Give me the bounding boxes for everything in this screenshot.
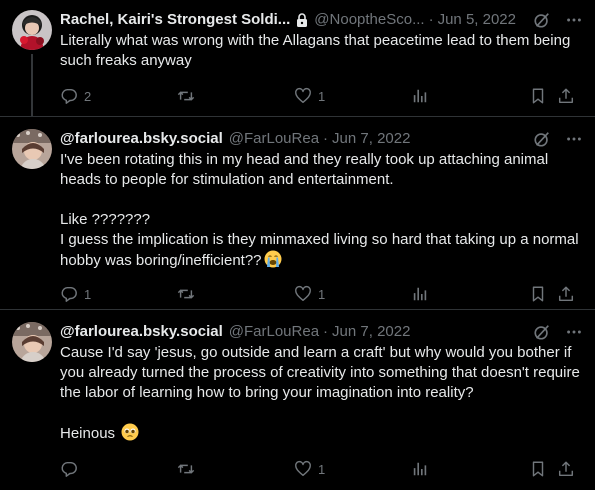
share-icon bbox=[558, 286, 574, 302]
more-icon[interactable] bbox=[565, 130, 583, 148]
tweet-header: @farlourea.bsky.social @FarLouRea · Jun … bbox=[60, 129, 583, 149]
grok-icon[interactable] bbox=[533, 11, 551, 29]
reply-button[interactable]: 1 bbox=[60, 284, 91, 304]
timestamp[interactable]: Jun 7, 2022 bbox=[332, 322, 410, 342]
share-icon bbox=[558, 88, 574, 104]
separator-dot: · bbox=[323, 323, 329, 340]
views-button[interactable] bbox=[411, 459, 435, 479]
like-count: 1 bbox=[318, 286, 326, 302]
share-button[interactable] bbox=[557, 86, 575, 106]
avatar-image bbox=[12, 129, 52, 169]
reply-count: 2 bbox=[84, 88, 92, 104]
tweet-text-container: I've been rotating this in my head and t… bbox=[60, 150, 583, 271]
avatar[interactable] bbox=[12, 10, 52, 50]
like-button[interactable]: 1 bbox=[294, 459, 325, 479]
display-name[interactable]: @farlourea.bsky.social bbox=[60, 129, 223, 149]
bookmark-button[interactable] bbox=[529, 86, 547, 106]
grok-icon[interactable] bbox=[533, 323, 551, 341]
reply-icon bbox=[61, 286, 77, 302]
conversation-thread: Rachel, Kairi's Strongest Soldi... @Noop… bbox=[0, 0, 595, 489]
display-name[interactable]: @farlourea.bsky.social bbox=[60, 322, 223, 342]
reply-icon bbox=[61, 88, 77, 104]
timestamp[interactable]: Jun 5, 2022 bbox=[438, 10, 516, 30]
action-bar: 1 bbox=[60, 459, 583, 479]
header-actions bbox=[533, 129, 583, 149]
handle[interactable]: @FarLouRea bbox=[229, 129, 319, 149]
header-actions bbox=[533, 322, 583, 342]
separator-dot: · bbox=[323, 130, 329, 147]
timestamp[interactable]: Jun 7, 2022 bbox=[332, 129, 410, 149]
loudly-crying-face-emoji bbox=[264, 250, 282, 268]
views-icon bbox=[413, 89, 427, 103]
more-icon[interactable] bbox=[565, 11, 583, 29]
reply-icon bbox=[61, 461, 77, 477]
retweet-button[interactable] bbox=[177, 459, 201, 479]
thread-connector-line bbox=[31, 54, 33, 116]
bookmark-button[interactable] bbox=[529, 459, 547, 479]
lock-icon bbox=[297, 13, 308, 27]
bookmark-icon bbox=[532, 461, 544, 477]
heart-icon bbox=[295, 285, 311, 302]
tweet-header: Rachel, Kairi's Strongest Soldi... @Noop… bbox=[60, 10, 583, 30]
more-icon[interactable] bbox=[565, 323, 583, 341]
retweet-icon bbox=[177, 289, 195, 299]
pleading-face-emoji bbox=[121, 423, 139, 441]
views-icon bbox=[413, 287, 427, 301]
like-count: 1 bbox=[318, 88, 326, 104]
separator-dot: · bbox=[428, 11, 434, 28]
retweet-button[interactable] bbox=[177, 284, 201, 304]
share-button[interactable] bbox=[557, 459, 575, 479]
tweet[interactable]: @farlourea.bsky.social @FarLouRea · Jun … bbox=[0, 116, 595, 310]
views-button[interactable] bbox=[411, 284, 435, 304]
tweet-content: Rachel, Kairi's Strongest Soldi... @Noop… bbox=[60, 10, 583, 71]
tweet-text: I've been rotating this in my head and t… bbox=[60, 151, 579, 269]
action-bar: 1 1 bbox=[60, 284, 583, 304]
avatar[interactable] bbox=[12, 129, 52, 169]
retweet-icon bbox=[177, 91, 195, 101]
handle[interactable]: @NooptheSco... bbox=[314, 10, 424, 30]
tweet[interactable]: @farlourea.bsky.social @FarLouRea · Jun … bbox=[0, 309, 595, 490]
bookmark-icon bbox=[532, 88, 544, 104]
grok-icon[interactable] bbox=[533, 130, 551, 148]
share-button[interactable] bbox=[557, 284, 575, 304]
action-bar: 2 1 bbox=[60, 86, 583, 106]
bookmark-button[interactable] bbox=[529, 284, 547, 304]
tweet-text-container: Cause I'd say 'jesus, go outside and lea… bbox=[60, 343, 583, 444]
like-button[interactable]: 1 bbox=[294, 86, 325, 106]
header-actions bbox=[533, 10, 583, 30]
handle[interactable]: @FarLouRea bbox=[229, 322, 319, 342]
tweet[interactable]: Rachel, Kairi's Strongest Soldi... @Noop… bbox=[0, 0, 595, 116]
tweet-header: @farlourea.bsky.social @FarLouRea · Jun … bbox=[60, 322, 583, 342]
like-button[interactable]: 1 bbox=[294, 284, 325, 304]
tweet-text: Literally what was wrong with the Allaga… bbox=[60, 32, 575, 69]
avatar-image bbox=[12, 10, 52, 50]
reply-button[interactable] bbox=[60, 459, 84, 479]
views-button[interactable] bbox=[411, 86, 435, 106]
retweet-button[interactable] bbox=[177, 86, 201, 106]
like-count: 1 bbox=[318, 461, 326, 477]
avatar[interactable] bbox=[12, 322, 52, 362]
bookmark-icon bbox=[532, 286, 544, 302]
heart-icon bbox=[295, 460, 311, 477]
share-icon bbox=[558, 461, 574, 477]
avatar-image bbox=[12, 322, 52, 362]
reply-button[interactable]: 2 bbox=[60, 86, 91, 106]
display-name[interactable]: Rachel, Kairi's Strongest Soldi... bbox=[60, 10, 290, 30]
views-icon bbox=[413, 462, 427, 476]
tweet-content: @farlourea.bsky.social @FarLouRea · Jun … bbox=[60, 129, 583, 271]
tweet-content: @farlourea.bsky.social @FarLouRea · Jun … bbox=[60, 322, 583, 444]
heart-icon bbox=[295, 87, 311, 104]
retweet-icon bbox=[177, 464, 195, 474]
reply-count: 1 bbox=[84, 286, 92, 302]
